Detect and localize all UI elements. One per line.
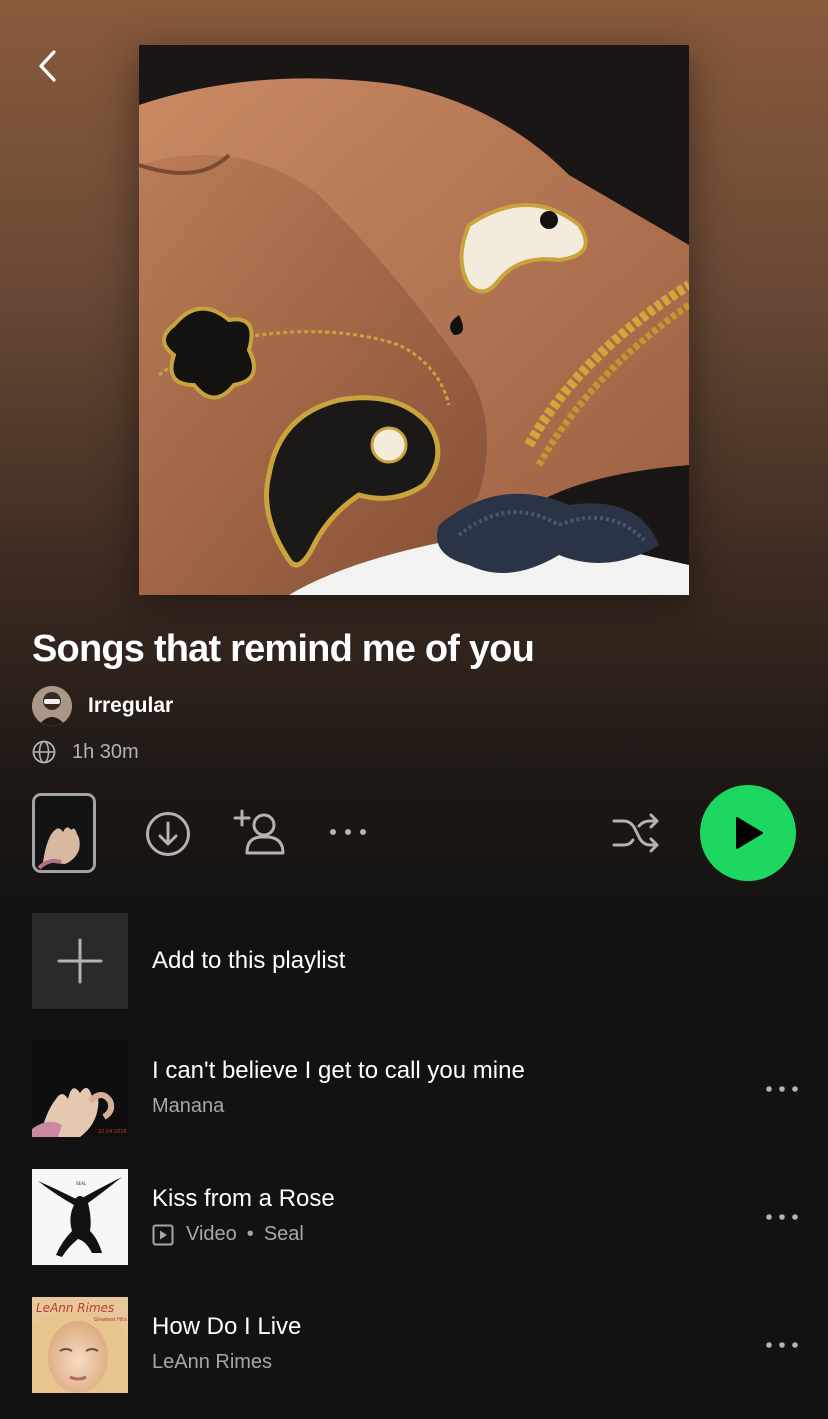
video-label: Video (186, 1223, 237, 1245)
shuffle-button[interactable] (610, 810, 662, 856)
track-cover-caption: LeAnn Rimes (36, 1301, 114, 1315)
more-icon (766, 1086, 798, 1092)
plus-icon (57, 938, 103, 984)
download-button[interactable] (144, 810, 192, 858)
play-icon (736, 817, 763, 849)
track-cover-subcaption: Greatest Hits (94, 1317, 127, 1323)
back-button[interactable] (28, 44, 68, 88)
playlist-duration: 1h 30m (72, 740, 139, 763)
track-artist: Manana (152, 1095, 225, 1117)
invite-collaborator-button[interactable] (232, 807, 288, 857)
track-cover: LeAnn Rimes Greatest Hits (32, 1297, 128, 1393)
download-icon (146, 812, 190, 856)
avatar[interactable] (32, 686, 72, 726)
owner-name[interactable]: Irregular (88, 694, 173, 718)
add-to-playlist-row[interactable]: Add to this playlist (32, 913, 802, 1009)
preview-thumbnail-button[interactable] (32, 793, 96, 873)
track-subtitle: Video • Seal (152, 1223, 304, 1246)
back-chevron-icon (39, 50, 56, 82)
more-options-button[interactable] (326, 817, 370, 847)
more-icon (766, 1342, 798, 1348)
action-bar (0, 785, 828, 881)
track-cover: SEAL (32, 1169, 128, 1265)
track-cover: 22.04.2016 (32, 1041, 128, 1137)
track-more-button[interactable] (762, 1202, 802, 1232)
playlist-meta: 1h 30m (32, 740, 139, 764)
track-row[interactable]: SEAL Kiss from a Rose Video • Seal (32, 1169, 802, 1265)
more-icon (766, 1214, 798, 1220)
playlist-cover (139, 45, 689, 595)
separator-dot: • (246, 1223, 254, 1245)
track-title: I can't believe I get to call you mine (152, 1057, 525, 1084)
playlist-title: Songs that remind me of you (32, 628, 535, 670)
track-row[interactable]: LeAnn Rimes Greatest Hits How Do I Live … (32, 1297, 802, 1393)
add-to-playlist-label: Add to this playlist (152, 947, 346, 974)
track-title: Kiss from a Rose (152, 1185, 335, 1212)
track-cover-caption: SEAL (76, 1181, 87, 1186)
track-title: How Do I Live (152, 1313, 302, 1340)
video-icon (152, 1224, 174, 1245)
add-thumbnail (32, 913, 128, 1009)
track-more-button[interactable] (762, 1330, 802, 1360)
play-button[interactable] (700, 785, 796, 881)
add-user-icon (233, 809, 285, 855)
globe-icon (32, 740, 56, 764)
more-icon (330, 829, 366, 835)
owner-row[interactable]: Irregular (32, 686, 173, 726)
shuffle-icon (612, 813, 659, 853)
track-row[interactable]: 22.04.2016 I can't believe I get to call… (32, 1041, 802, 1137)
track-artist: LeAnn Rimes (152, 1351, 273, 1373)
track-more-button[interactable] (762, 1074, 802, 1104)
track-cover-caption: 22.04.2016 (98, 1129, 127, 1135)
track-artist: Seal (263, 1223, 304, 1245)
